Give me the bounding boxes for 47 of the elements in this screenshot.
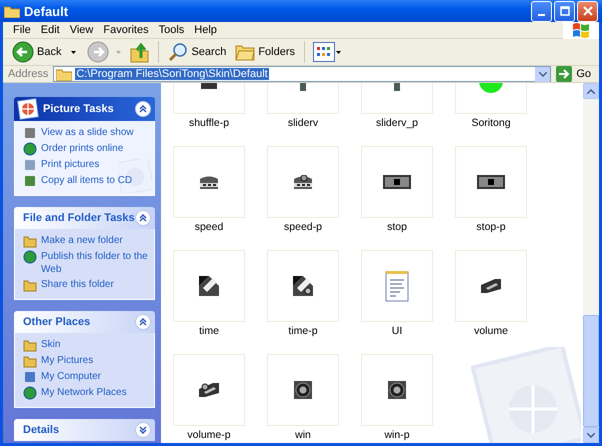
address-field[interactable]: C:\Program Files\SoriTong\Skin\Default [53, 66, 552, 82]
folders-button[interactable]: Folders [232, 39, 298, 65]
menu-item[interactable]: Help [190, 24, 223, 36]
file-name[interactable]: win [295, 429, 311, 442]
panel-header[interactable]: File and Folder Tasks [14, 207, 155, 229]
file-name[interactable]: win-p [384, 429, 410, 442]
search-button[interactable]: Search [165, 39, 230, 65]
menu-item[interactable]: View [66, 24, 100, 36]
file-name[interactable]: stop-p [476, 221, 506, 234]
task-link[interactable]: Order prints online [41, 142, 124, 155]
file-name[interactable]: sliderv [288, 117, 318, 130]
file-name[interactable]: shuffle-p [188, 117, 230, 130]
panel-title: Details [23, 424, 60, 436]
file-name[interactable]: sliderv_p [376, 117, 418, 130]
menu-item[interactable]: Tools [154, 24, 190, 36]
panel-header[interactable]: Other Places [14, 311, 155, 333]
file-name[interactable]: speed [194, 221, 224, 234]
menu-item[interactable]: File [9, 24, 37, 36]
file-name[interactable]: volume [474, 325, 508, 338]
panel-title: Picture Tasks [43, 103, 114, 115]
window-title: Default [24, 4, 68, 18]
panel-title: Other Places [23, 316, 90, 328]
panel-header[interactable]: Details [14, 419, 155, 441]
file-name[interactable]: volume-p [187, 429, 231, 442]
task-link[interactable]: My Pictures [41, 354, 94, 367]
task-link[interactable]: Share this folder [41, 278, 114, 291]
task-link[interactable]: Skin [41, 338, 60, 351]
panel-title: File and Folder Tasks [23, 212, 135, 224]
address-label: Address [7, 68, 50, 80]
task-link[interactable]: Make a new folder [41, 234, 123, 247]
file-name[interactable]: speed-p [284, 221, 322, 234]
task-link[interactable]: View as a slide show [41, 126, 134, 139]
task-link[interactable]: Publish this folder to the Web [41, 250, 152, 276]
go-button[interactable]: Go [554, 66, 597, 82]
task-link[interactable]: Copy all items to CD [41, 174, 132, 187]
task-link[interactable]: My Computer [41, 370, 102, 383]
menu-item[interactable]: Favorites [99, 24, 155, 36]
panel-header[interactable]: Picture Tasks [14, 97, 155, 121]
task-link[interactable]: My Network Places [41, 386, 127, 399]
menu-item[interactable]: Edit [36, 24, 66, 36]
file-name[interactable]: time-p [288, 325, 318, 338]
back-button[interactable]: Back [9, 39, 64, 65]
file-name[interactable]: Soritong [471, 117, 511, 130]
file-name[interactable]: UI [392, 325, 402, 338]
task-link[interactable]: Print pictures [41, 158, 100, 171]
file-name[interactable]: stop [387, 221, 407, 234]
file-name[interactable]: time [199, 325, 219, 338]
